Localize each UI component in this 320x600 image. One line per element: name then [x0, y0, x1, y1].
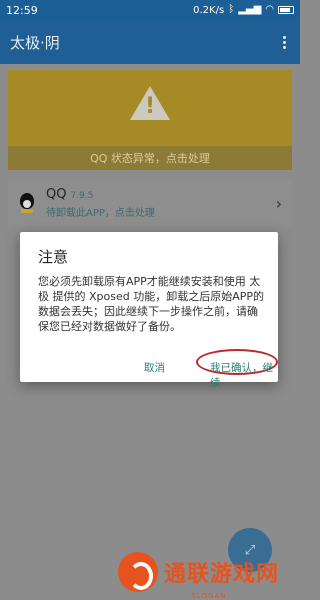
app-title: 太极·阴	[10, 33, 60, 52]
net-speed: 0.2K/s	[193, 4, 225, 16]
app-bar: 太极·阴	[0, 20, 300, 64]
app-list-item-qq[interactable]: QQ 7.9.5 待卸载此APP，点击处理 ›	[8, 180, 292, 226]
status-bar: 12:59 0.2K/s ᛒ ▂▄▆ ◠	[0, 0, 300, 20]
watermark-logo-icon	[118, 552, 158, 592]
app-version: 7.9.5	[70, 191, 94, 201]
warning-message[interactable]: QQ 状态异常，点击处理	[8, 146, 292, 170]
watermark: 通联游戏网 SLOGAN	[118, 552, 300, 600]
watermark-text: 通联游戏网	[164, 562, 280, 587]
watermark-slogan: SLOGAN	[191, 592, 227, 600]
confirm-button[interactable]: 我已确认，继续	[210, 360, 278, 390]
bluetooth-icon: ᛒ	[228, 4, 235, 15]
app-name: QQ	[46, 187, 67, 202]
dialog-title: 注意	[38, 248, 69, 266]
app-item-text: QQ 7.9.5 待卸载此APP，点击处理	[46, 187, 276, 219]
app-item-title: QQ 7.9.5	[46, 187, 276, 202]
status-time: 12:59	[6, 3, 38, 17]
qq-app-icon	[18, 193, 36, 213]
dialog-body: 您必须先卸载原有APP才能继续安装和使用 太极 提供的 Xposed 功能，卸载…	[38, 275, 265, 333]
confirm-dialog: 注意 您必须先卸载原有APP才能继续安装和使用 太极 提供的 Xposed 功能…	[20, 232, 278, 389]
more-vertical-icon[interactable]	[278, 35, 290, 49]
signal-icon: ▂▄▆	[238, 4, 262, 15]
battery-icon	[278, 6, 294, 14]
wifi-icon: ◠	[265, 4, 274, 15]
status-icons: 0.2K/s ᛒ ▂▄▆ ◠	[193, 5, 294, 16]
exclamation-mark: !	[144, 94, 156, 119]
chevron-right-icon: ›	[275, 193, 282, 213]
cancel-button[interactable]: 取消	[144, 360, 165, 375]
app-item-subtitle: 待卸载此APP，点击处理	[46, 208, 155, 219]
